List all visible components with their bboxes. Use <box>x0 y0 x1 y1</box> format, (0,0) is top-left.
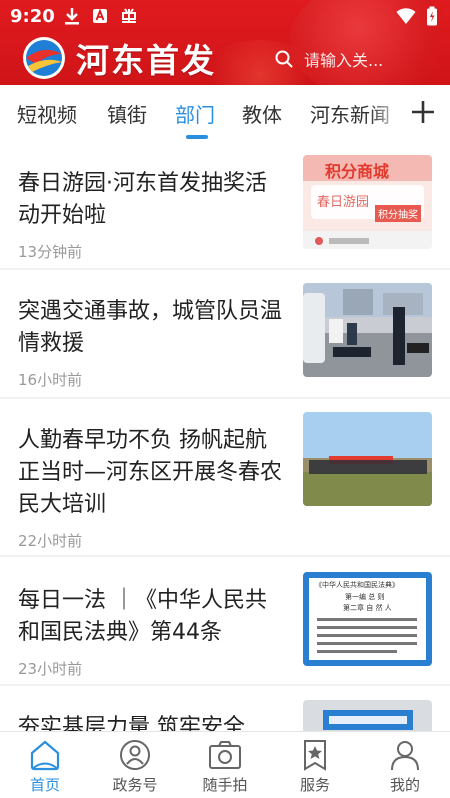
nav-label: 首页 <box>29 776 60 794</box>
article-title[interactable]: 夯实基层力量 筑牢安全 <box>18 712 308 731</box>
tab-education-sports[interactable]: 教体 <box>242 99 282 128</box>
nav-label: 我的 <box>389 776 420 794</box>
status-system-icons <box>396 6 438 26</box>
status-notification-icons <box>64 7 138 25</box>
search-box[interactable]: 请输入关... <box>274 44 450 74</box>
article-time: 23小时前 <box>18 660 83 678</box>
thumbnail-text: 春日游园 <box>317 195 370 210</box>
article-title[interactable]: 人勤春早功不负 扬帆起航正当时—河东区开展冬春农民大培训 <box>18 425 284 521</box>
list-item[interactable]: 春日游园·河东首发抽奖活动开始啦 13分钟前 积分商城 春日游园 积分抽奖 <box>0 141 450 268</box>
search-icon <box>275 50 293 68</box>
status-bar: 9:20 <box>0 0 450 34</box>
status-time: 9:20 <box>10 6 55 27</box>
app-notification-icon <box>93 8 107 23</box>
article-title[interactable]: 突遇交通事故，城管队员温情救援 <box>18 296 284 360</box>
thumbnail-text: 积分抽奖 <box>375 205 421 222</box>
home-icon <box>30 740 60 771</box>
article-thumbnail[interactable] <box>303 412 432 506</box>
user-icon <box>391 741 419 771</box>
nav-mine[interactable]: 我的 <box>370 738 440 795</box>
article-thumbnail[interactable]: 《中华人民共和国民法典》 第一编 总 则 第二章 自 然 人 <box>303 572 432 666</box>
download-icon <box>65 8 79 25</box>
nav-label: 服务 <box>299 776 330 794</box>
active-tab-indicator <box>186 135 208 139</box>
gov-account-icon <box>120 740 150 770</box>
article-time: 13分钟前 <box>18 243 83 261</box>
nav-home[interactable]: 首页 <box>10 738 80 795</box>
thumbnail-text: 第一编 总 则 <box>345 593 385 601</box>
nav-gov-account[interactable]: 政务号 <box>100 738 170 795</box>
bug-icon <box>122 8 136 23</box>
article-thumbnail[interactable]: 积分商城 春日游园 积分抽奖 <box>303 155 432 249</box>
search-placeholder[interactable]: 请输入关... <box>304 47 383 71</box>
article-time: 16小时前 <box>18 371 83 389</box>
add-channel-icon[interactable] <box>408 97 438 127</box>
list-item[interactable]: 突遇交通事故，城管队员温情救援 16小时前 <box>0 270 450 397</box>
article-time: 22小时前 <box>18 532 83 550</box>
tab-departments[interactable]: 部门 <box>175 99 215 128</box>
list-item[interactable]: 人勤春早功不负 扬帆起航正当时—河东区开展冬春农民大培训 22小时前 <box>0 399 450 555</box>
article-thumbnail[interactable] <box>303 283 432 377</box>
thumbnail-text: 积分商城 <box>325 162 390 181</box>
article-title[interactable]: 每日一法 ｜《中华人民共和国民法典》第44条 <box>18 585 284 649</box>
nav-label: 政务号 <box>112 776 158 794</box>
article-list: 春日游园·河东首发抽奖活动开始啦 13分钟前 积分商城 春日游园 积分抽奖 突遇… <box>0 141 450 731</box>
app-logo-icon <box>23 37 65 79</box>
camera-icon <box>209 741 241 769</box>
list-item[interactable]: 每日一法 ｜《中华人民共和国民法典》第44条 23小时前 《中华人民共和国民法典… <box>0 557 450 684</box>
nav-label: 随手拍 <box>202 776 248 794</box>
app-brand-title: 河东首发 <box>76 41 216 80</box>
app-header: 9:20 河东首发 请输入关... <box>0 0 450 85</box>
battery-icon <box>427 6 437 26</box>
tab-towns[interactable]: 镇街 <box>107 99 147 128</box>
service-icon <box>304 740 326 771</box>
nav-snapshot[interactable]: 随手拍 <box>190 738 260 795</box>
thumbnail-text: 《中华人民共和国民法典》 <box>315 581 399 589</box>
tabs-fade-overlay <box>370 85 404 141</box>
nav-service[interactable]: 服务 <box>280 738 350 795</box>
wifi-icon <box>396 8 416 24</box>
article-title[interactable]: 春日游园·河东首发抽奖活动开始啦 <box>18 168 284 232</box>
bottom-navigation: 首页 政务号 随手拍 服务 我的 <box>0 731 450 798</box>
list-item[interactable]: 夯实基层力量 筑牢安全 <box>0 686 450 731</box>
tab-short-video[interactable]: 短视频 <box>17 99 77 128</box>
article-thumbnail[interactable] <box>303 700 432 731</box>
category-tabs: 短视频 镇街 部门 教体 河东新闻 <box>0 85 450 141</box>
thumbnail-text: 第二章 自 然 人 <box>343 604 392 612</box>
